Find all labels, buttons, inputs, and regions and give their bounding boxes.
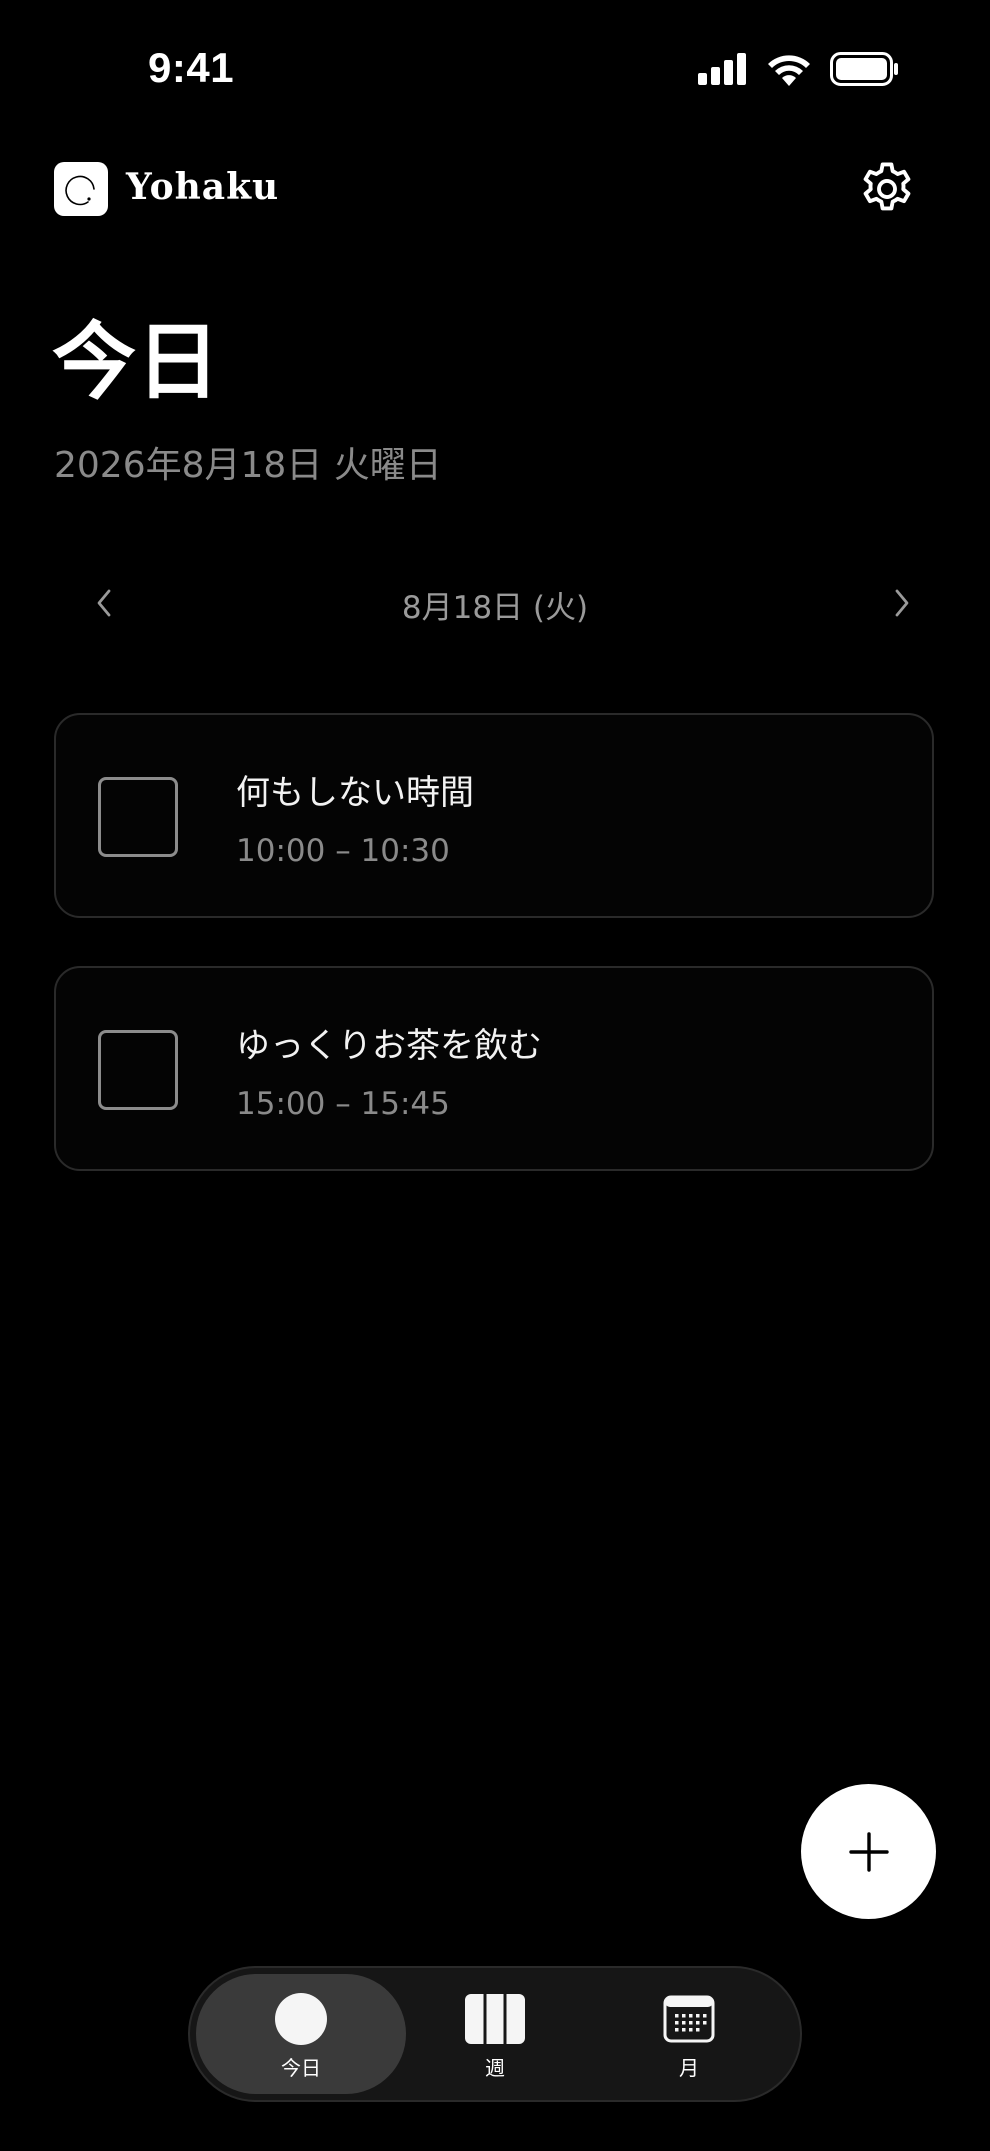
tab-label: 今日 bbox=[281, 2056, 321, 2080]
tab-label: 週 bbox=[485, 2056, 505, 2080]
status-icons bbox=[698, 52, 900, 86]
page-title: 今日 bbox=[52, 312, 221, 411]
current-date-label[interactable]: 8月18日 (火) bbox=[54, 582, 936, 627]
task-card[interactable]: 何もしない時間 10:00 – 10:30 bbox=[54, 713, 934, 918]
task-checkbox[interactable] bbox=[98, 1030, 178, 1110]
battery-icon bbox=[830, 52, 898, 86]
chevron-right-icon bbox=[895, 589, 909, 617]
page-subtitle: 2026年8月18日 火曜日 bbox=[54, 445, 442, 486]
next-day-button[interactable] bbox=[871, 572, 933, 634]
app-header: Yohaku bbox=[54, 162, 918, 218]
tab-week[interactable]: 週 bbox=[390, 1974, 600, 2094]
plus-icon bbox=[848, 1831, 889, 1872]
tab-label: 月 bbox=[679, 2056, 699, 2080]
circle-icon bbox=[275, 1993, 327, 2045]
app-name: Yohaku bbox=[126, 166, 280, 208]
tab-today[interactable]: 今日 bbox=[196, 1974, 406, 2094]
task-checkbox[interactable] bbox=[98, 777, 178, 857]
wifi-icon bbox=[768, 55, 810, 86]
task-time: 10:00 – 10:30 bbox=[236, 833, 450, 869]
task-time: 15:00 – 15:45 bbox=[236, 1086, 450, 1122]
enso-circle-icon bbox=[54, 162, 108, 216]
settings-button[interactable] bbox=[856, 158, 918, 220]
task-card[interactable]: ゆっくりお茶を飲む 15:00 – 15:45 bbox=[54, 966, 934, 1171]
task-title: ゆっくりお茶を飲む bbox=[236, 1026, 542, 1066]
week-columns-icon bbox=[465, 1994, 525, 2044]
bottom-tab-bar: 今日 週 月 bbox=[188, 1966, 802, 2102]
add-task-button[interactable] bbox=[801, 1784, 936, 1919]
cellular-signal-icon bbox=[698, 53, 746, 85]
gear-icon bbox=[863, 162, 911, 211]
status-bar: 9:41 bbox=[0, 0, 990, 110]
date-navigation: 8月18日 (火) bbox=[54, 572, 936, 634]
tab-month[interactable]: 月 bbox=[584, 1974, 794, 2094]
status-time: 9:41 bbox=[148, 44, 235, 91]
task-title: 何もしない時間 bbox=[236, 773, 474, 813]
calendar-icon bbox=[663, 1995, 715, 2043]
